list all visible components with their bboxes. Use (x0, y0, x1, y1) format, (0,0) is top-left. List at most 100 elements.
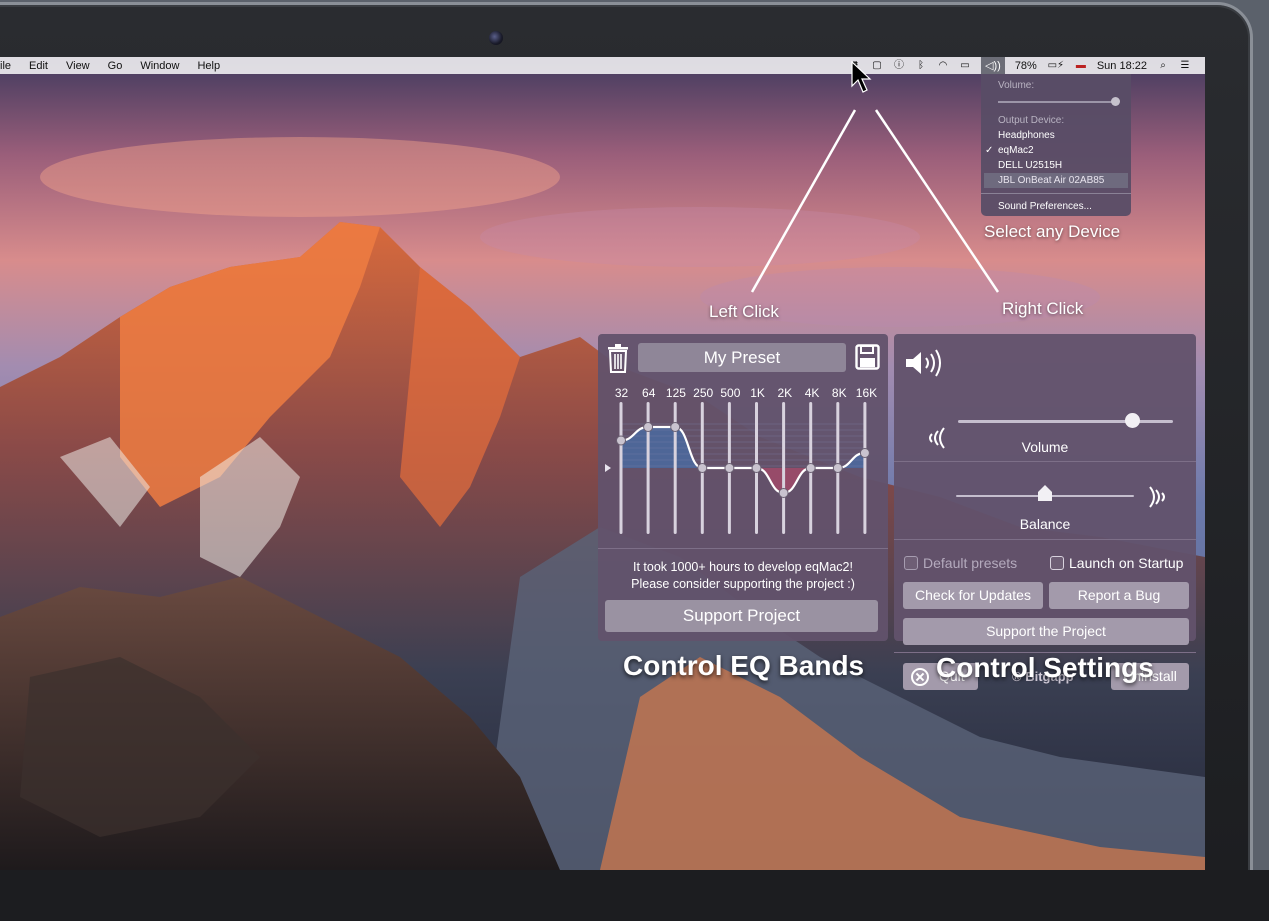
support-note-line2: Please consider supporting the project :… (631, 577, 855, 591)
freq-label: 250 (693, 386, 714, 400)
bottom-bezel (0, 870, 1269, 921)
eq-band-knob[interactable] (697, 463, 708, 473)
menu-help[interactable]: Help (188, 60, 229, 72)
volume-icon[interactable]: ◁)) (981, 57, 1005, 74)
speaker-loud-icon (906, 349, 941, 377)
support-note-line1: It took 1000+ hours to develop eqMac2! (633, 560, 853, 574)
info-icon[interactable]: ⓘ (893, 60, 905, 71)
device-item[interactable]: Headphones (981, 128, 1131, 143)
menu-volume-knob[interactable] (1111, 97, 1120, 106)
sound-prefs-label: Sound Preferences... (998, 201, 1092, 212)
eq-band-knob[interactable] (670, 422, 681, 432)
freq-label: 64 (642, 386, 656, 400)
volume-slider-knob[interactable] (1125, 413, 1141, 428)
desktop-screen: ile Edit View Go Window Help ⩩ ▢ ⓘ ᛒ ◠ ▭… (0, 57, 1205, 870)
zero-marker (605, 464, 611, 472)
report-bug-button[interactable]: Report a Bug (1049, 582, 1189, 609)
output-header: Output Device: (998, 115, 1065, 126)
freq-label: 8K (831, 386, 847, 400)
menubar-right: ⩩ ▢ ⓘ ᛒ ◠ ▭ ◁)) 78% ▭⚡ ▬ Sun 18:22 ⌕ ☰ (849, 57, 1191, 74)
eq-band-slider[interactable] (619, 402, 623, 534)
eq-band-knob[interactable] (832, 463, 843, 473)
eq-band-knob[interactable] (805, 463, 816, 473)
control-settings-annotation: Control Settings (936, 652, 1154, 683)
menu-separator (981, 193, 1131, 194)
volume-menu: Volume: Output Device: Headphones ✓ eqMac… (981, 74, 1131, 216)
menu-file[interactable]: ile (0, 60, 20, 72)
divider (598, 548, 888, 549)
launch-on-startup-label: Launch on Startup (1069, 555, 1184, 571)
eq-band-knob[interactable] (751, 463, 762, 473)
eq-band-knob[interactable] (859, 448, 870, 458)
balance-left-icon (929, 427, 945, 449)
eq-graph[interactable] (603, 400, 885, 540)
save-icon[interactable] (855, 344, 880, 370)
device-item-highlighted[interactable]: JBL OnBeat Air 02AB85 (984, 173, 1128, 188)
freq-label: 32 (614, 386, 629, 400)
preset-name[interactable]: My Preset (638, 343, 846, 372)
eq-panel: My Preset 32 64 125 250 500 1K 2K 4K 8K … (598, 334, 888, 641)
menu-view[interactable]: View (57, 60, 99, 72)
balance-slider-knob[interactable] (1037, 484, 1053, 502)
eq-band-slider[interactable] (673, 402, 677, 534)
volume-slider-track[interactable] (958, 420, 1173, 423)
eq-band-slider[interactable] (782, 402, 786, 534)
checkbox-box[interactable] (904, 556, 918, 570)
support-project-button[interactable]: Support Project (605, 600, 878, 632)
menu-edit[interactable]: Edit (20, 60, 57, 72)
select-device-annotation: Select any Device (984, 222, 1121, 241)
menubar-left: ile Edit View Go Window Help (0, 60, 229, 72)
trash-icon[interactable] (606, 343, 630, 373)
battery-percent: 78% (1014, 59, 1037, 72)
eq-band-knob[interactable] (643, 422, 654, 432)
freq-label: 125 (665, 386, 686, 400)
eq-band-slider[interactable] (863, 402, 867, 534)
menu-volume-slider[interactable] (998, 97, 1120, 106)
support-the-project-button[interactable]: Support the Project (903, 618, 1189, 645)
airplay-icon[interactable]: ▭ (959, 60, 971, 71)
support-note: It took 1000+ hours to develop eqMac2! P… (598, 559, 888, 593)
device-label: JBL OnBeat Air 02AB85 (998, 175, 1105, 186)
eq-band-knob[interactable] (724, 463, 735, 473)
default-presets-checkbox[interactable]: Default presets (904, 555, 1017, 571)
menubar: ile Edit View Go Window Help ⩩ ▢ ⓘ ᛒ ◠ ▭… (0, 57, 1205, 74)
left-click-annotation: Left Click (709, 302, 779, 321)
eq-icon[interactable]: ⩩ (849, 60, 861, 71)
check-icon: ✓ (985, 145, 994, 156)
checkbox-box[interactable] (1050, 556, 1064, 570)
battery-icon[interactable]: ▭⚡ (1047, 60, 1065, 71)
bluetooth-icon[interactable]: ᛒ (915, 60, 927, 71)
divider (894, 539, 1196, 540)
freq-label: 500 (720, 386, 741, 400)
device-item-checked[interactable]: ✓ eqMac2 (981, 143, 1131, 158)
camera (489, 31, 503, 45)
freq-label: 1K (750, 386, 765, 400)
divider (894, 461, 1196, 462)
sound-preferences-item[interactable]: Sound Preferences... (981, 199, 1131, 214)
device-label: eqMac2 (998, 145, 1034, 156)
menu-window[interactable]: Window (131, 60, 188, 72)
wifi-icon[interactable]: ◠ (937, 60, 949, 71)
eq-band-knob[interactable] (778, 488, 789, 498)
right-click-annotation: Right Click (1002, 299, 1084, 318)
close-icon (911, 668, 929, 687)
balance-right-icon (1149, 486, 1165, 508)
stop-icon[interactable]: ▢ (871, 60, 883, 71)
settings-panel: Volume Balance Default presets Launch on… (894, 334, 1196, 690)
device-item[interactable]: DELL U2515H (981, 158, 1131, 173)
default-presets-label: Default presets (923, 555, 1018, 571)
balance-label: Balance (1019, 516, 1071, 532)
clock[interactable]: Sun 18:22 (1097, 60, 1147, 72)
launch-on-startup-checkbox[interactable]: Launch on Startup (1050, 555, 1183, 571)
eq-band-knob[interactable] (616, 435, 626, 446)
freq-label: 4K (804, 386, 820, 400)
check-for-updates-button[interactable]: Check for Updates (903, 582, 1043, 609)
search-icon[interactable]: ⌕ (1157, 60, 1169, 71)
list-icon[interactable]: ☰ (1179, 60, 1191, 71)
menu-go[interactable]: Go (99, 60, 132, 72)
eq-band-slider[interactable] (646, 402, 650, 534)
control-eq-annotation: Control EQ Bands (623, 650, 865, 681)
device-label: Headphones (998, 130, 1055, 141)
volume-header: Volume: (998, 80, 1035, 91)
flag-icon[interactable]: ▬ (1075, 60, 1087, 71)
